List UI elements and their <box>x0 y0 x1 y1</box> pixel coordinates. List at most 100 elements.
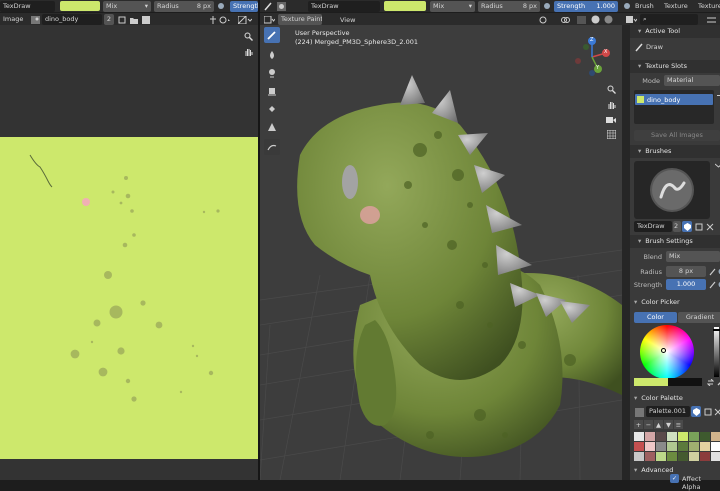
palette-swatch[interactable] <box>667 442 677 451</box>
viewport-paint-color-swatch[interactable] <box>384 1 426 11</box>
overlays-icon[interactable] <box>560 15 570 24</box>
palette-move-up-icon[interactable]: ▲ <box>654 420 663 429</box>
palette-swatch[interactable] <box>689 432 699 441</box>
brush-strength-field[interactable]: 1.000 <box>666 279 706 290</box>
zoom-view-icon[interactable] <box>604 83 618 96</box>
palette-swatch[interactable] <box>645 432 655 441</box>
value-slider[interactable] <box>713 327 720 377</box>
image-users-count[interactable]: 2 <box>104 14 114 25</box>
3d-viewport[interactable]: User Perspective (224) Merged_PM3D_Spher… <box>260 25 622 480</box>
shading-material-icon[interactable] <box>603 15 613 24</box>
texture-slots-panel-header[interactable]: Texture Slots <box>630 60 720 73</box>
blend-mode-dropdown[interactable]: Mix ▾ <box>103 1 151 12</box>
current-color-swatch[interactable] <box>634 378 668 386</box>
palette-add-icon[interactable]: + <box>634 420 643 429</box>
brush-radius-field[interactable]: 8 px <box>666 266 706 277</box>
slot-mode-dropdown[interactable]: Material <box>664 75 720 86</box>
palette-swatch[interactable] <box>711 432 720 441</box>
palette-swatch[interactable] <box>689 452 699 461</box>
color-picker-panel-header[interactable]: Color Picker <box>630 296 720 309</box>
palette-swatch[interactable] <box>656 442 666 451</box>
palette-sort-icon[interactable]: ≡ <box>674 420 683 429</box>
palette-swatch[interactable] <box>700 432 710 441</box>
active-tool-panel-header[interactable]: Active Tool <box>630 25 720 38</box>
palette-swatch[interactable] <box>689 442 699 451</box>
palette-move-down-icon[interactable]: ▼ <box>664 420 673 429</box>
brush-browse-icon[interactable] <box>276 1 286 11</box>
brush-delete-icon[interactable] <box>705 222 714 231</box>
unlink-icon[interactable] <box>141 15 150 24</box>
image-name-field[interactable]: dino_body <box>42 14 102 25</box>
palette-browse-icon[interactable] <box>634 407 644 417</box>
brush-users-count[interactable]: 2 <box>673 221 681 232</box>
slot-add-icon[interactable] <box>716 91 720 99</box>
palette-remove-icon[interactable]: − <box>644 420 653 429</box>
palette-fake-user-icon[interactable] <box>691 406 701 417</box>
palette-swatch[interactable] <box>711 442 720 451</box>
tool-mask-icon[interactable] <box>264 119 280 135</box>
palette-swatch[interactable] <box>656 432 666 441</box>
tool-clone-icon[interactable] <box>264 83 280 99</box>
radius-unit-icon[interactable] <box>708 267 716 276</box>
paint-color-swatch[interactable] <box>60 1 100 11</box>
texture-slot-item[interactable]: dino_body <box>635 94 713 105</box>
palette-swatch[interactable] <box>634 452 644 461</box>
palette-swatch[interactable] <box>678 442 688 451</box>
palette-swatch[interactable] <box>634 432 644 441</box>
palette-name-field[interactable]: Palette.001 <box>646 406 690 417</box>
properties-options-icon[interactable] <box>706 15 716 24</box>
brush-preview-thumbnail[interactable] <box>634 161 710 219</box>
palette-swatch[interactable] <box>634 442 644 451</box>
tool-draw-icon[interactable] <box>264 27 280 43</box>
brush-name-field[interactable]: TexDraw <box>0 1 55 12</box>
palette-swatch[interactable] <box>645 442 655 451</box>
strength-curve-icon[interactable] <box>708 280 716 289</box>
palette-swatch[interactable] <box>667 432 677 441</box>
texture-mask-menu[interactable]: Texture <box>698 2 720 10</box>
affect-alpha-checkbox[interactable]: ✓ <box>670 474 679 483</box>
overlay-icon[interactable] <box>219 15 231 24</box>
palette-swatch[interactable] <box>700 452 710 461</box>
color-palette-panel-header[interactable]: Color Palette <box>630 392 720 405</box>
properties-editor-icon[interactable] <box>625 15 637 24</box>
camera-view-icon[interactable] <box>604 113 618 126</box>
tool-smear-icon[interactable] <box>264 65 280 81</box>
viewport-strength-field[interactable]: Strength 1.000 <box>554 1 618 12</box>
texture-menu[interactable]: Texture <box>664 2 688 10</box>
brush-blend-dropdown[interactable]: Mix <box>666 251 720 262</box>
viewport-brush-name-field[interactable]: TexDraw <box>308 1 380 12</box>
tool-annotate-icon[interactable] <box>264 139 280 155</box>
color-wheel[interactable] <box>640 325 694 379</box>
global-transform-icon[interactable] <box>538 15 548 24</box>
tool-soften-icon[interactable] <box>264 47 280 63</box>
brush-datablock-name[interactable]: TexDraw <box>634 221 672 232</box>
pin-icon[interactable] <box>208 15 217 24</box>
save-all-images-button[interactable]: Save All Images <box>634 130 720 141</box>
palette-swatch[interactable] <box>656 452 666 461</box>
brush-settings-panel-header[interactable]: Brush Settings <box>630 235 720 248</box>
texture-slot-list[interactable]: dino_body <box>634 90 714 124</box>
color-tab[interactable]: Color <box>634 312 677 323</box>
navigation-gizmo[interactable]: X Y Z <box>570 35 614 79</box>
palette-swatch[interactable] <box>678 432 688 441</box>
fake-user-shield-icon[interactable] <box>682 221 692 232</box>
palette-swatch[interactable] <box>678 452 688 461</box>
tool-fill-icon[interactable] <box>264 101 280 117</box>
pressure-icon[interactable] <box>216 1 226 11</box>
viewport-radius-pressure-icon[interactable] <box>542 1 552 11</box>
brush-duplicate-icon[interactable] <box>694 222 703 231</box>
brushes-panel-header[interactable]: Brushes <box>630 145 720 158</box>
image-menu[interactable]: Image <box>3 15 23 23</box>
pan-view-icon[interactable] <box>604 98 618 111</box>
draw-brush-icon[interactable] <box>263 1 273 11</box>
palette-duplicate-icon[interactable] <box>703 407 712 416</box>
editor-type-icon[interactable] <box>263 15 275 24</box>
palette-unlink-icon[interactable] <box>713 407 720 416</box>
gradient-tab[interactable]: Gradient <box>678 312 720 323</box>
zoom-icon[interactable] <box>243 31 253 41</box>
viewport-blend-mode-dropdown[interactable]: Mix ▾ <box>430 1 475 12</box>
duplicate-icon[interactable] <box>117 15 126 24</box>
palette-swatch[interactable] <box>667 452 677 461</box>
strength-pressure-icon[interactable] <box>622 1 632 11</box>
viewport-radius-field[interactable]: Radius 8 px <box>478 1 540 12</box>
